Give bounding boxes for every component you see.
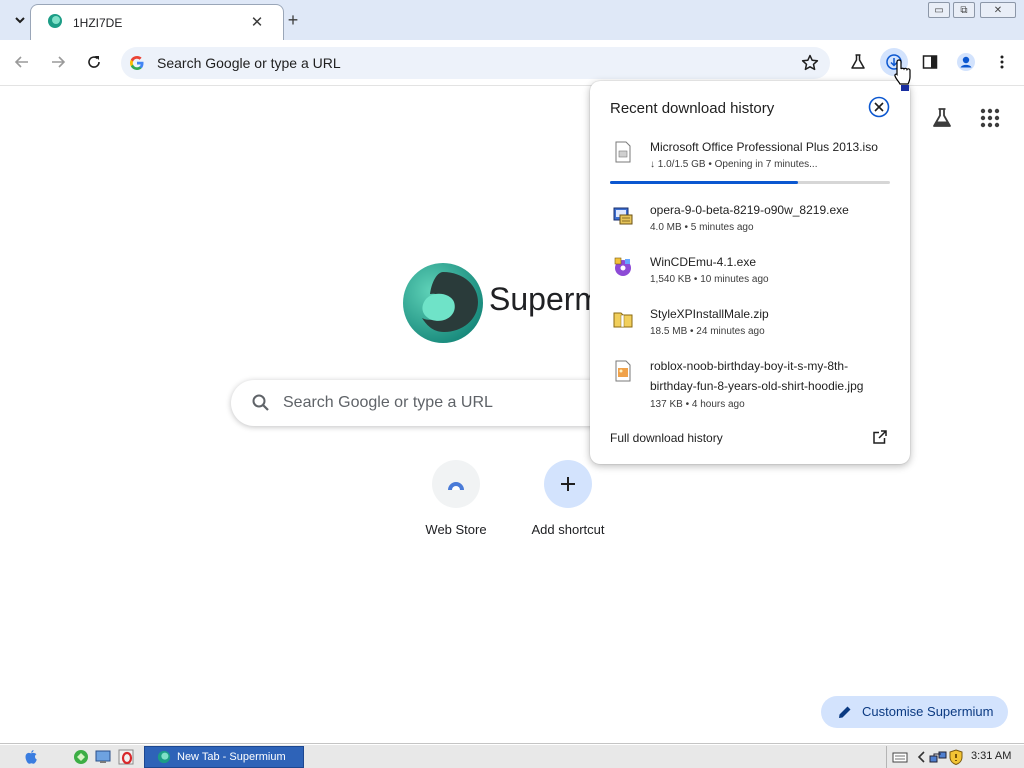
side-panel-icon <box>922 55 938 69</box>
security-shield-icon[interactable] <box>947 748 965 766</box>
google-g-icon <box>130 56 144 70</box>
download-bubble-title: Recent download history <box>610 100 775 117</box>
tab-title: 1HZI7DE <box>73 16 123 30</box>
profile-button[interactable] <box>952 48 980 76</box>
taskbar-button-supermium[interactable]: New Tab - Supermium <box>144 746 304 768</box>
new-tab-button[interactable]: + <box>282 9 304 31</box>
zip-folder-icon <box>613 312 633 328</box>
search-icon <box>252 394 269 411</box>
pencil-icon <box>839 706 851 718</box>
download-item[interactable]: roblox-noob-birthday-boy-it-s-my-8th- bi… <box>590 356 910 416</box>
system-tray: 3:31 AM <box>886 746 1024 768</box>
tab-close-icon[interactable]: ✕ <box>247 12 267 32</box>
forward-button[interactable] <box>44 48 72 76</box>
download-filename-line2[interactable]: birthday-fun-8-years-old-shirt-hoodie.jp… <box>650 376 863 396</box>
ntp-search-placeholder[interactable]: Search Google or type a URL <box>283 394 493 412</box>
quicklaunch-green-icon[interactable] <box>72 748 90 766</box>
download-bubble: Recent download history Microsoft Office… <box>590 81 910 464</box>
keyboard-icon[interactable] <box>891 748 909 766</box>
ntp-labs-icon[interactable] <box>930 106 954 130</box>
download-status: 18.5 MB • 24 minutes ago <box>650 326 765 337</box>
download-status: ↓ 1.0/1.5 GB • Opening in 7 minutes... <box>650 159 818 170</box>
plus-icon <box>561 477 575 491</box>
iso-file-icon <box>615 141 631 163</box>
apps-grid-icon[interactable] <box>980 108 1000 128</box>
taskbar-button-label[interactable]: New Tab - Supermium <box>177 751 286 763</box>
reload-button[interactable] <box>80 48 108 76</box>
arrow-left-icon <box>14 56 28 68</box>
shortcut-add[interactable]: Add shortcut <box>512 458 624 548</box>
open-in-new-icon[interactable] <box>872 429 888 445</box>
image-file-icon <box>615 360 631 382</box>
customise-button[interactable]: Customise Supermium <box>821 696 1008 728</box>
web-store-icon <box>448 482 464 490</box>
side-panel-button[interactable] <box>916 48 944 76</box>
download-filename-line1[interactable]: roblox-noob-birthday-boy-it-s-my-8th- <box>650 356 848 376</box>
download-status: 4.0 MB • 5 minutes ago <box>650 222 754 233</box>
hand-cursor-icon <box>894 59 911 91</box>
arrow-right-icon <box>52 56 66 68</box>
download-item[interactable]: Microsoft Office Professional Plus 2013.… <box>590 137 910 187</box>
customise-label[interactable]: Customise Supermium <box>862 704 994 719</box>
download-filename[interactable]: Microsoft Office Professional Plus 2013.… <box>650 137 878 157</box>
kebab-menu-icon <box>1000 55 1004 69</box>
shortcut-label: Add shortcut <box>531 522 605 537</box>
network-icon[interactable] <box>929 748 947 766</box>
omnibox-text[interactable]: Search Google or type a URL <box>157 55 341 71</box>
close-icon[interactable] <box>868 96 890 118</box>
taskbar: New Tab - Supermium 3:31 AM <box>0 744 1024 768</box>
reload-icon <box>88 56 100 68</box>
omnibox[interactable]: Search Google or type a URL <box>121 47 830 79</box>
shortcut-web-store[interactable]: Web Store <box>400 458 512 548</box>
wincdemu-icon <box>614 257 631 276</box>
installer-icon <box>613 207 633 225</box>
flask-icon <box>851 54 865 69</box>
clock[interactable]: 3:31 AM <box>971 750 1011 762</box>
download-status: 1,540 KB • 10 minutes ago <box>650 274 769 285</box>
download-item[interactable]: opera-9-0-beta-8219-o90w_8219.exe 4.0 MB… <box>590 200 910 240</box>
apple-menu-icon[interactable] <box>22 748 40 766</box>
download-item[interactable]: WinCDEmu-4.1.exe 1,540 KB • 10 minutes a… <box>590 252 910 292</box>
supermium-logo <box>403 263 483 343</box>
minimize-button[interactable]: ▭ <box>928 2 950 18</box>
tab-active[interactable]: 1HZI7DE ✕ <box>30 4 284 40</box>
add-shortcut-tile[interactable] <box>544 460 592 508</box>
supermium-favicon-icon <box>157 750 171 764</box>
full-download-history-link[interactable]: Full download history <box>610 431 723 445</box>
opera-quicklaunch-icon[interactable] <box>118 748 136 766</box>
download-progress-fill <box>610 181 798 184</box>
profile-avatar-icon <box>957 53 975 71</box>
download-filename[interactable]: opera-9-0-beta-8219-o90w_8219.exe <box>650 200 849 220</box>
chevron-down-icon <box>15 17 25 24</box>
web-store-tile[interactable] <box>432 460 480 508</box>
download-item[interactable]: StyleXPInstallMale.zip 18.5 MB • 24 minu… <box>590 304 910 344</box>
tab-strip: 1HZI7DE ✕ + ▭ ⧉ ✕ <box>0 0 1024 40</box>
supermium-favicon-icon <box>48 14 62 28</box>
window-close-button[interactable]: ✕ <box>980 2 1016 18</box>
labs-button[interactable] <box>844 48 872 76</box>
tab-search-button[interactable] <box>8 8 32 32</box>
bookmark-star-icon[interactable] <box>800 53 820 73</box>
menu-button[interactable] <box>988 48 1016 76</box>
restore-button[interactable]: ⧉ <box>953 2 975 18</box>
download-status: 137 KB • 4 hours ago <box>650 399 745 410</box>
back-button[interactable] <box>8 48 36 76</box>
shortcut-label: Web Store <box>425 522 487 537</box>
download-filename[interactable]: StyleXPInstallMale.zip <box>650 304 769 324</box>
download-progress-bar <box>610 181 890 184</box>
toolbar: Search Google or type a URL <box>0 40 1024 86</box>
download-filename[interactable]: WinCDEmu-4.1.exe <box>650 252 756 272</box>
show-desktop-icon[interactable] <box>94 748 112 766</box>
